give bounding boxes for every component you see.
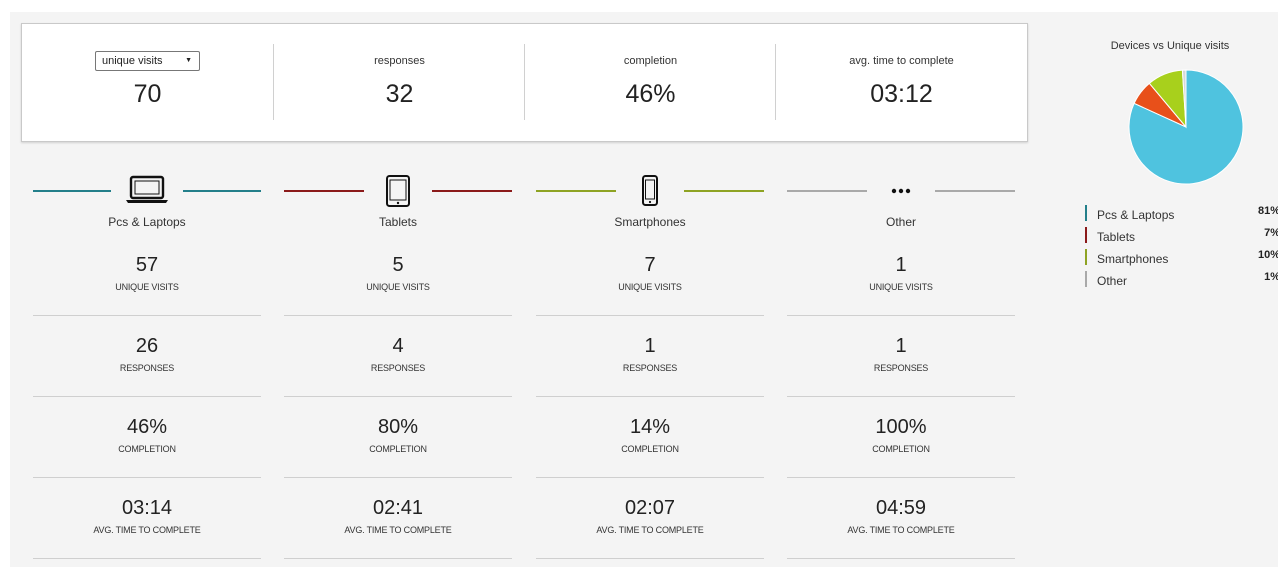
summary-avg-time-label: avg. time to complete — [849, 55, 954, 67]
stat-unique-visits: 5 UNIQUE VISITS — [284, 235, 512, 316]
stat-responses: 26 RESPONSES — [33, 316, 261, 397]
device-column-other: Other 1 UNIQUE VISITS 1 RESPONSES 100% C… — [787, 175, 1015, 559]
stat-value: 02:41 — [372, 497, 424, 519]
summary-avg-time-value: 03:12 — [870, 80, 933, 108]
device-column-pcs-laptops: Pcs & Laptops 57 UNIQUE VISITS 26 RESPON… — [33, 175, 261, 559]
stat-unique-visits: 7 UNIQUE VISITS — [536, 235, 764, 316]
stat-completion: 46% COMPLETION — [33, 397, 261, 478]
stat-value: 5 — [392, 254, 404, 276]
stat-completion: 100% COMPLETION — [787, 397, 1015, 478]
stat-value: 7 — [644, 254, 656, 276]
legend-label: Pcs & Laptops — [1097, 208, 1175, 222]
summary-completion: completion 46% — [525, 24, 776, 141]
legend-label: Smartphones — [1097, 252, 1169, 266]
metric-select[interactable]: unique visits ▼ — [95, 51, 200, 71]
summary-card: unique visits ▼ 70 responses 32 completi… — [21, 23, 1028, 142]
stat-value: 1 — [895, 254, 907, 276]
stat-caption: AVG. TIME TO COMPLETE — [93, 525, 201, 535]
legend-item-tablets: Tablets 7% — [1085, 227, 1278, 249]
legend-item-pcs-laptops: Pcs & Laptops 81% — [1085, 205, 1278, 227]
more-icon — [787, 175, 1015, 207]
metric-select-value: unique visits — [102, 55, 163, 67]
stat-value: 100% — [875, 416, 927, 438]
summary-unique-visits: unique visits ▼ 70 — [22, 24, 273, 141]
tablet-icon — [284, 175, 512, 207]
stat-caption: AVG. TIME TO COMPLETE — [847, 525, 955, 535]
stat-value: 02:07 — [624, 497, 676, 519]
stat-value: 57 — [135, 254, 159, 276]
legend-swatch — [1085, 205, 1087, 221]
device-name: Smartphones — [614, 215, 686, 229]
stat-caption: UNIQUE VISITS — [869, 282, 933, 292]
stat-value: 04:59 — [875, 497, 927, 519]
stat-value: 4 — [392, 335, 404, 357]
stat-responses: 4 RESPONSES — [284, 316, 512, 397]
device-name: Pcs & Laptops — [108, 215, 186, 229]
stat-caption: UNIQUE VISITS — [115, 282, 179, 292]
dashboard-panel: unique visits ▼ 70 responses 32 completi… — [10, 12, 1278, 567]
summary-avg-time: avg. time to complete 03:12 — [776, 24, 1027, 141]
stat-avg-time: 04:59 AVG. TIME TO COMPLETE — [787, 478, 1015, 559]
stat-caption: AVG. TIME TO COMPLETE — [344, 525, 452, 535]
stat-caption: COMPLETION — [621, 444, 679, 454]
legend-swatch — [1085, 271, 1087, 287]
pie-chart — [1128, 69, 1244, 185]
legend-item-other: Other 1% — [1085, 271, 1278, 293]
legend-label: Tablets — [1097, 230, 1136, 244]
stat-responses: 1 RESPONSES — [787, 316, 1015, 397]
chart-title: Devices vs Unique visits — [1110, 40, 1230, 52]
device-header: Smartphones — [536, 175, 764, 235]
summary-responses-value: 32 — [385, 80, 414, 108]
legend-value: 7% — [1264, 227, 1278, 239]
smartphone-icon — [536, 175, 764, 207]
stat-caption: AVG. TIME TO COMPLETE — [596, 525, 704, 535]
stat-avg-time: 02:41 AVG. TIME TO COMPLETE — [284, 478, 512, 559]
stat-caption: COMPLETION — [118, 444, 176, 454]
device-name: Tablets — [378, 215, 418, 229]
stat-value: 03:14 — [121, 497, 173, 519]
stat-completion: 80% COMPLETION — [284, 397, 512, 478]
device-column-smartphones: Smartphones 7 UNIQUE VISITS 1 RESPONSES … — [536, 175, 764, 559]
legend-value: 1% — [1264, 271, 1278, 283]
stat-responses: 1 RESPONSES — [536, 316, 764, 397]
legend-swatch — [1085, 227, 1087, 243]
laptop-icon — [33, 175, 261, 207]
stat-caption: RESPONSES — [119, 363, 175, 373]
stat-caption: UNIQUE VISITS — [366, 282, 430, 292]
summary-completion-label: completion — [623, 55, 678, 67]
summary-responses-label: responses — [374, 55, 425, 67]
device-column-tablets: Tablets 5 UNIQUE VISITS 4 RESPONSES 80% … — [284, 175, 512, 559]
device-header: Pcs & Laptops — [33, 175, 261, 235]
stat-value: 14% — [629, 416, 671, 438]
chart-legend: Pcs & Laptops 81% Tablets 7% Smartphones… — [1085, 205, 1278, 293]
stat-caption: UNIQUE VISITS — [618, 282, 682, 292]
stat-value: 26 — [135, 335, 159, 357]
stat-caption: COMPLETION — [872, 444, 930, 454]
device-header: Tablets — [284, 175, 512, 235]
stat-value: 80% — [377, 416, 419, 438]
stat-avg-time: 02:07 AVG. TIME TO COMPLETE — [536, 478, 764, 559]
stat-caption: RESPONSES — [622, 363, 678, 373]
stat-caption: RESPONSES — [370, 363, 426, 373]
legend-label: Other — [1097, 274, 1128, 288]
device-name: Other — [885, 215, 916, 229]
legend-item-smartphones: Smartphones 10% — [1085, 249, 1278, 271]
chevron-down-icon: ▼ — [185, 57, 192, 64]
summary-responses: responses 32 — [274, 24, 525, 141]
summary-completion-value: 46% — [625, 80, 676, 108]
summary-unique-visits-value: 70 — [133, 80, 162, 108]
stat-unique-visits: 1 UNIQUE VISITS — [787, 235, 1015, 316]
stat-value: 1 — [895, 335, 907, 357]
device-header: Other — [787, 175, 1015, 235]
legend-value: 81% — [1257, 205, 1278, 217]
stat-caption: COMPLETION — [369, 444, 427, 454]
stat-value: 1 — [644, 335, 656, 357]
stat-avg-time: 03:14 AVG. TIME TO COMPLETE — [33, 478, 261, 559]
stat-unique-visits: 57 UNIQUE VISITS — [33, 235, 261, 316]
legend-swatch — [1085, 249, 1087, 265]
legend-value: 10% — [1257, 249, 1278, 261]
stat-completion: 14% COMPLETION — [536, 397, 764, 478]
stat-value: 46% — [126, 416, 168, 438]
stat-caption: RESPONSES — [873, 363, 929, 373]
